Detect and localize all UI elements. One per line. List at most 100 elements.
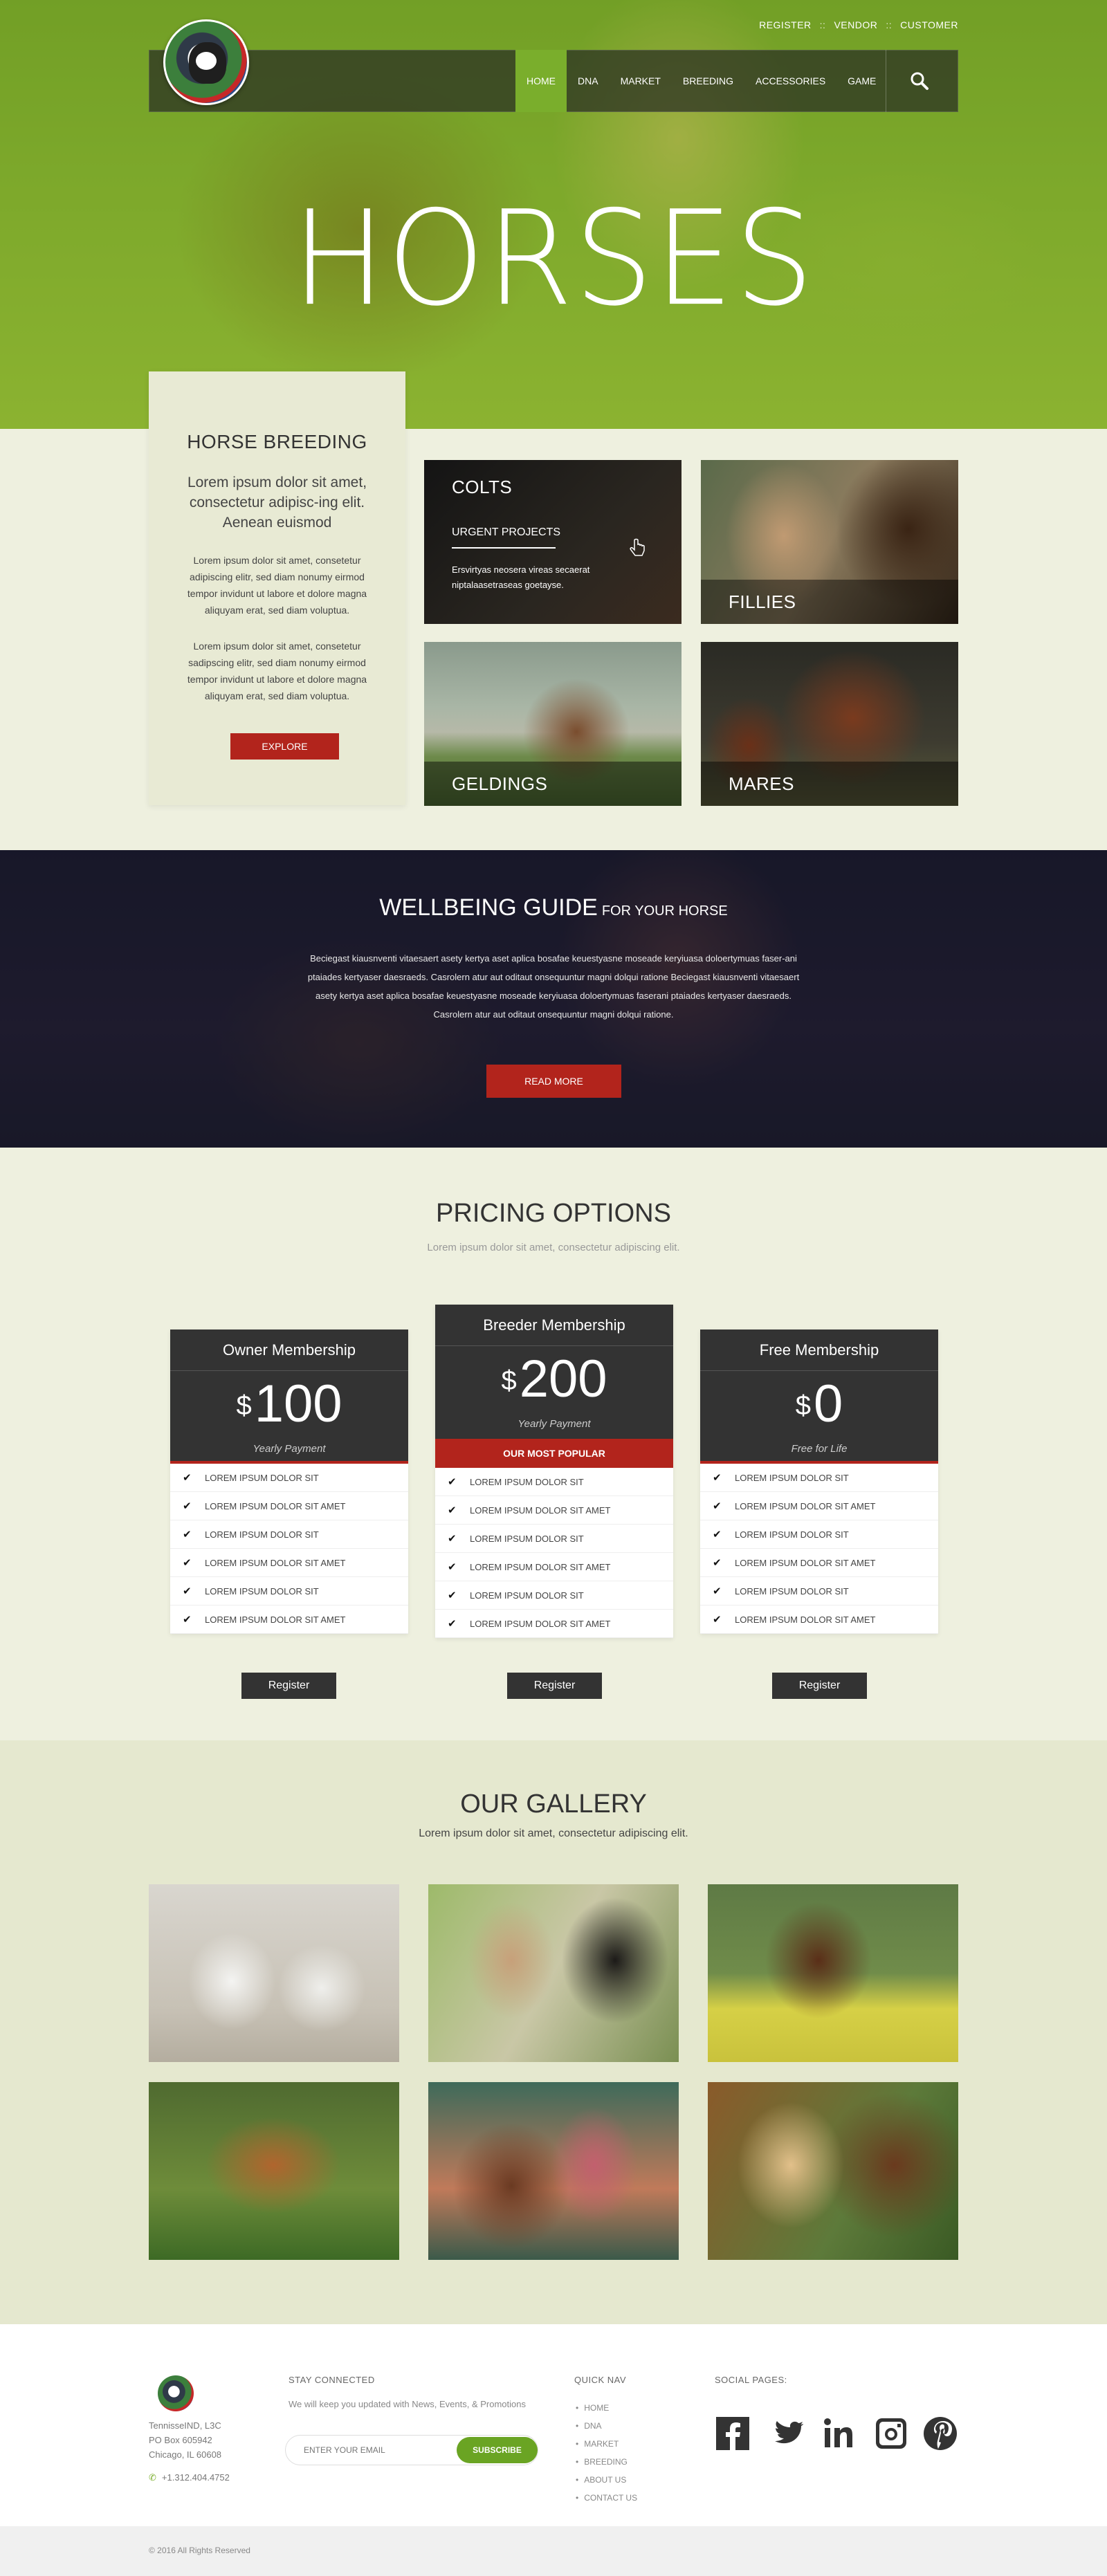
instagram-icon[interactable]: [873, 2416, 909, 2451]
nav-item-breeding[interactable]: BREEDING: [672, 50, 744, 112]
feature-item: ✔ LOREM IPSUM DOLOR SIT: [700, 1577, 938, 1606]
currency-symbol: $: [236, 1390, 252, 1421]
feature-label: LOREM IPSUM DOLOR SIT: [205, 1529, 319, 1540]
register-button[interactable]: Register: [241, 1673, 336, 1699]
feature-label: LOREM IPSUM DOLOR SIT: [470, 1533, 584, 1544]
twitter-icon[interactable]: [771, 2416, 807, 2451]
nav-item-home[interactable]: HOME: [515, 50, 567, 112]
feature-label: LOREM IPSUM DOLOR SIT: [735, 1472, 849, 1483]
wellbeing-section: WELLBEING GUIDE FOR YOUR HORSE Beciegast …: [0, 850, 1107, 1148]
feature-label: LOREM IPSUM DOLOR SIT AMET: [205, 1557, 346, 1568]
nav-item-market[interactable]: MARKET: [610, 50, 672, 112]
logo[interactable]: [163, 19, 249, 105]
feature-label: LOREM IPSUM DOLOR SIT AMET: [470, 1561, 611, 1572]
feature-item: ✔ LOREM IPSUM DOLOR SIT AMET: [700, 1606, 938, 1634]
feature-item: ✔ LOREM IPSUM DOLOR SIT AMET: [170, 1549, 408, 1577]
tile-title: GELDINGS: [452, 773, 548, 794]
email-input[interactable]: [304, 2436, 442, 2465]
fillies-tile[interactable]: FILLIES: [701, 460, 958, 624]
feature-label: LOREM IPSUM DOLOR SIT AMET: [205, 1614, 346, 1625]
nav-item-dna[interactable]: DNA: [567, 50, 610, 112]
gallery-image[interactable]: [708, 2082, 958, 2260]
nav-item-accessories[interactable]: ACCESSORIES: [744, 50, 836, 112]
pricing-plan-breeder: Breeder Membership $200 Yearly Payment O…: [435, 1305, 673, 1638]
pinterest-icon[interactable]: [922, 2416, 958, 2451]
copyright-text: © 2016 All Rights Reserved: [149, 2546, 250, 2555]
check-icon: ✔: [183, 1500, 192, 1512]
phone-icon: ✆: [149, 2472, 156, 2483]
check-icon: ✔: [713, 1529, 722, 1540]
divider: [452, 547, 556, 549]
feature-label: LOREM IPSUM DOLOR SIT: [470, 1590, 584, 1601]
linkedin-icon[interactable]: [822, 2416, 858, 2451]
check-icon: ✔: [713, 1500, 722, 1512]
quick-nav-item[interactable]: BREEDING: [576, 2457, 637, 2475]
separator: ::: [886, 19, 893, 30]
register-link[interactable]: REGISTER: [759, 19, 812, 30]
plan-term: Yearly Payment: [170, 1435, 408, 1464]
wellbeing-text: Beciegast kiausnventi vitaesaert asety k…: [307, 953, 800, 1020]
mares-tile[interactable]: MARES: [701, 642, 958, 806]
currency-symbol: $: [501, 1365, 517, 1396]
facebook-icon[interactable]: [715, 2416, 751, 2451]
customer-link[interactable]: CUSTOMER: [900, 19, 958, 30]
search-button[interactable]: [906, 69, 934, 93]
read-more-button[interactable]: READ MORE: [486, 1065, 621, 1098]
feature-item: ✔ LOREM IPSUM DOLOR SIT AMET: [170, 1492, 408, 1520]
plan-name: Free Membership: [700, 1330, 938, 1371]
search-icon: [911, 72, 928, 90]
geldings-tile[interactable]: GELDINGS: [424, 642, 681, 806]
hand-cursor-icon: [630, 538, 645, 556]
plan-term: Yearly Payment: [435, 1410, 673, 1439]
explore-button[interactable]: EXPLORE: [230, 733, 339, 760]
colts-tile[interactable]: COLTS URGENT PROJECTS Ersvirtyas neosera…: [424, 460, 681, 624]
feature-label: LOREM IPSUM DOLOR SIT: [205, 1472, 319, 1483]
check-icon: ✔: [183, 1529, 192, 1540]
gallery-image[interactable]: [428, 2082, 679, 2260]
top-links: REGISTER :: VENDOR :: CUSTOMER: [759, 19, 958, 30]
price-value: 0: [813, 1374, 843, 1433]
footer-address: TennisseIND, L3C PO Box 605942 Chicago, …: [149, 2418, 221, 2462]
main-nav: HOME DNA MARKET BREEDING ACCESSORIES GAM…: [515, 50, 887, 112]
check-icon: ✔: [713, 1472, 722, 1484]
check-icon: ✔: [183, 1614, 192, 1626]
footer-logo[interactable]: [158, 2375, 194, 2411]
breeding-title: HORSE BREEDING: [187, 431, 367, 452]
nav-item-game[interactable]: GAME: [836, 50, 887, 112]
gallery-image[interactable]: [708, 1884, 958, 2062]
quick-nav-item[interactable]: ABOUT US: [576, 2475, 637, 2493]
feature-list: ✔ LOREM IPSUM DOLOR SIT ✔ LOREM IPSUM DOLO…: [435, 1468, 673, 1638]
feature-label: LOREM IPSUM DOLOR SIT: [470, 1476, 584, 1487]
subscribe-button[interactable]: SUBSCRIBE: [457, 2437, 538, 2463]
most-popular-badge: OUR MOST POPULAR: [435, 1439, 673, 1468]
feature-label: LOREM IPSUM DOLOR SIT AMET: [470, 1505, 611, 1516]
stay-connected-text: We will keep you updated with News, Even…: [289, 2399, 526, 2409]
check-icon: ✔: [448, 1476, 457, 1488]
quick-nav-item[interactable]: DNA: [576, 2421, 637, 2439]
feature-item: ✔ LOREM IPSUM DOLOR SIT: [435, 1581, 673, 1610]
price-value: 200: [519, 1350, 607, 1408]
stay-connected-title: STAY CONNECTED: [289, 2375, 375, 2385]
feature-item: ✔ LOREM IPSUM DOLOR SIT AMET: [435, 1496, 673, 1525]
feature-item: ✔ LOREM IPSUM DOLOR SIT: [170, 1520, 408, 1549]
quick-nav-item[interactable]: MARKET: [576, 2439, 637, 2457]
gallery-image[interactable]: [149, 1884, 399, 2062]
feature-item: ✔ LOREM IPSUM DOLOR SIT: [170, 1577, 408, 1606]
footer: TennisseIND, L3C PO Box 605942 Chicago, …: [0, 2324, 1107, 2526]
gallery-image[interactable]: [149, 2082, 399, 2260]
feature-item: ✔ LOREM IPSUM DOLOR SIT: [435, 1525, 673, 1553]
quick-nav-item[interactable]: HOME: [576, 2403, 637, 2421]
feature-item: ✔ LOREM IPSUM DOLOR SIT AMET: [700, 1549, 938, 1577]
pricing-title: PRICING OPTIONS: [436, 1199, 671, 1228]
gallery-image[interactable]: [428, 1884, 679, 2062]
social-title: SOCIAL PAGES:: [715, 2375, 787, 2385]
register-button[interactable]: Register: [507, 1673, 602, 1699]
plan-term: Free for Life: [700, 1435, 938, 1464]
breeding-card: HORSE BREEDING Lorem ipsum dolor sit ame…: [149, 371, 405, 805]
pricing-plan-owner: Owner Membership $100 Yearly Payment ✔ LO…: [170, 1330, 408, 1634]
vendor-link[interactable]: VENDOR: [834, 19, 877, 30]
check-icon: ✔: [448, 1590, 457, 1601]
plan-name: Owner Membership: [170, 1330, 408, 1371]
quick-nav-item[interactable]: CONTACT US: [576, 2493, 637, 2511]
register-button[interactable]: Register: [772, 1673, 867, 1699]
